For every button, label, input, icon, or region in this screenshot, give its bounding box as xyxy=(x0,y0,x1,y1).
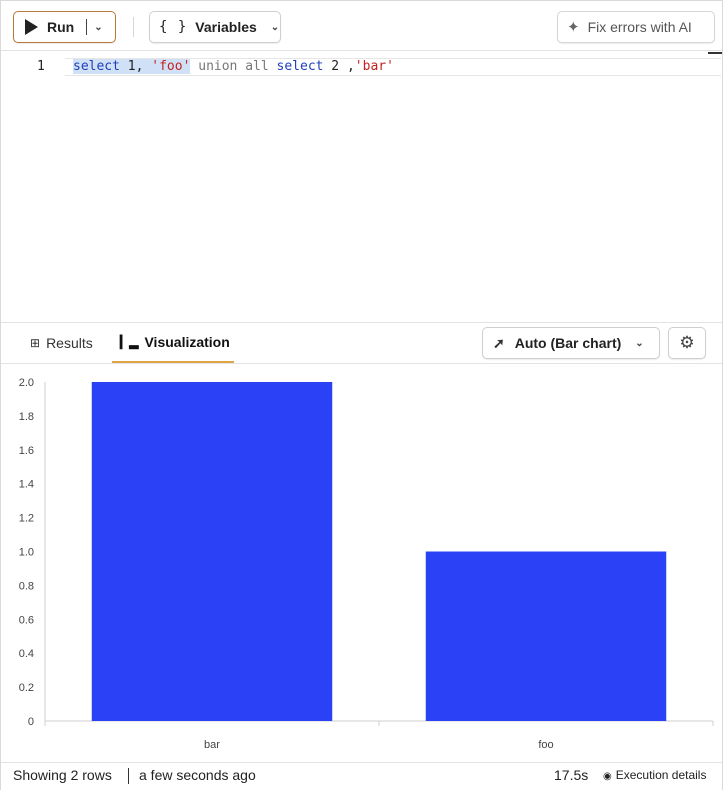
sql-editor-window: Run ⌄ { } Variables ⌄ ✦ Fix errors with … xyxy=(0,0,723,790)
tab-visualization-label: Visualization xyxy=(144,334,230,350)
y-tick-label: 0.6 xyxy=(19,614,34,626)
y-tick-label: 0.4 xyxy=(19,648,34,660)
y-tick-label: 1.0 xyxy=(19,547,34,559)
line-number: 1 xyxy=(37,59,45,74)
variables-label: Variables xyxy=(195,19,257,35)
tab-visualization[interactable]: ▎▂ Visualization xyxy=(112,323,234,363)
trend-line-icon: ➚ xyxy=(493,334,505,351)
code-line[interactable]: select 1, 'foo' union all select 2 ,'bar… xyxy=(73,59,394,74)
tab-results[interactable]: ⊞ Results xyxy=(30,323,93,363)
y-tick-label: 0 xyxy=(28,716,34,728)
keyword-select: select xyxy=(276,59,324,74)
chevron-down-icon: ⌄ xyxy=(635,337,644,349)
keyword-union-all: union all xyxy=(190,59,277,74)
code-literal: 2 , xyxy=(323,59,355,74)
duration-text: 17.5s xyxy=(554,767,589,783)
play-icon xyxy=(25,19,38,35)
bar-bar xyxy=(91,382,333,721)
string-literal-foo: 'foo' xyxy=(151,59,191,74)
chevron-down-icon[interactable]: ⌄ xyxy=(94,22,102,33)
table-icon: ⊞ xyxy=(30,336,41,350)
toolbar-divider xyxy=(133,17,134,37)
keyword-select: select xyxy=(73,59,120,74)
string-literal-bar: 'bar' xyxy=(354,59,394,74)
braces-icon: { } xyxy=(159,19,188,35)
run-label: Run xyxy=(47,19,75,35)
chart-settings-button[interactable]: ⚙ xyxy=(668,327,706,359)
run-split-divider xyxy=(86,19,88,35)
code-literal: 1, xyxy=(119,59,152,74)
y-tick-label: 1.2 xyxy=(19,513,34,525)
status-bar: Showing 2 rows a few seconds ago 17.5s ◉… xyxy=(1,762,722,790)
row-count-text: Showing 2 rows xyxy=(13,767,112,783)
sparkle-icon: ✦ xyxy=(567,19,580,36)
gear-icon: ⚙ xyxy=(679,333,695,352)
editor-scroll-marker xyxy=(708,52,722,54)
run-button[interactable]: Run ⌄ xyxy=(13,11,116,43)
chevron-down-icon: ⌄ xyxy=(270,21,280,33)
bar-chart-svg: 0 0.2 0.4 0.6 0.8 1.0 1.2 1.4 1.6 1.8 2.0 bar foo xyxy=(19,377,714,751)
execution-details-label: Execution details xyxy=(615,768,707,782)
bar-chart: 0 0.2 0.4 0.6 0.8 1.0 1.2 1.4 1.6 1.8 2.0 bar foo xyxy=(1,364,722,762)
y-tick-label: 2.0 xyxy=(19,377,34,389)
y-tick-label: 1.6 xyxy=(19,445,34,457)
x-tick-label: foo xyxy=(538,739,553,751)
bar-chart-icon: ▎▂ xyxy=(120,335,139,349)
tab-results-label: Results xyxy=(46,335,93,351)
chart-type-label: Auto (Bar chart) xyxy=(514,335,622,351)
toolbar: Run ⌄ { } Variables ⌄ ✦ Fix errors with … xyxy=(1,1,722,51)
results-tab-bar: ⊞ Results ▎▂ Visualization ➚ Auto (Bar c… xyxy=(1,322,722,364)
code-editor[interactable]: 1 select 1, 'foo' union all select 2 ,'b… xyxy=(1,52,722,322)
execution-icon: ◉ xyxy=(603,771,612,782)
status-divider xyxy=(128,768,129,784)
execution-details-link[interactable]: ◉ Execution details xyxy=(603,768,706,782)
y-tick-label: 0.8 xyxy=(19,580,34,592)
y-tick-label: 1.8 xyxy=(19,411,34,423)
y-tick-label: 1.4 xyxy=(19,479,34,491)
fix-errors-label: Fix errors with AI xyxy=(587,19,692,35)
fix-errors-ai-button[interactable]: ✦ Fix errors with AI xyxy=(557,11,715,43)
variables-button[interactable]: { } Variables ⌄ xyxy=(149,11,281,43)
chart-type-select[interactable]: ➚ Auto (Bar chart) ⌄ xyxy=(482,327,660,359)
run-time-text: a few seconds ago xyxy=(139,767,256,783)
x-tick-label: bar xyxy=(204,739,220,751)
selected-code: select 1, 'foo' xyxy=(73,59,191,74)
bar-foo xyxy=(425,551,667,721)
y-tick-label: 0.2 xyxy=(19,682,34,694)
